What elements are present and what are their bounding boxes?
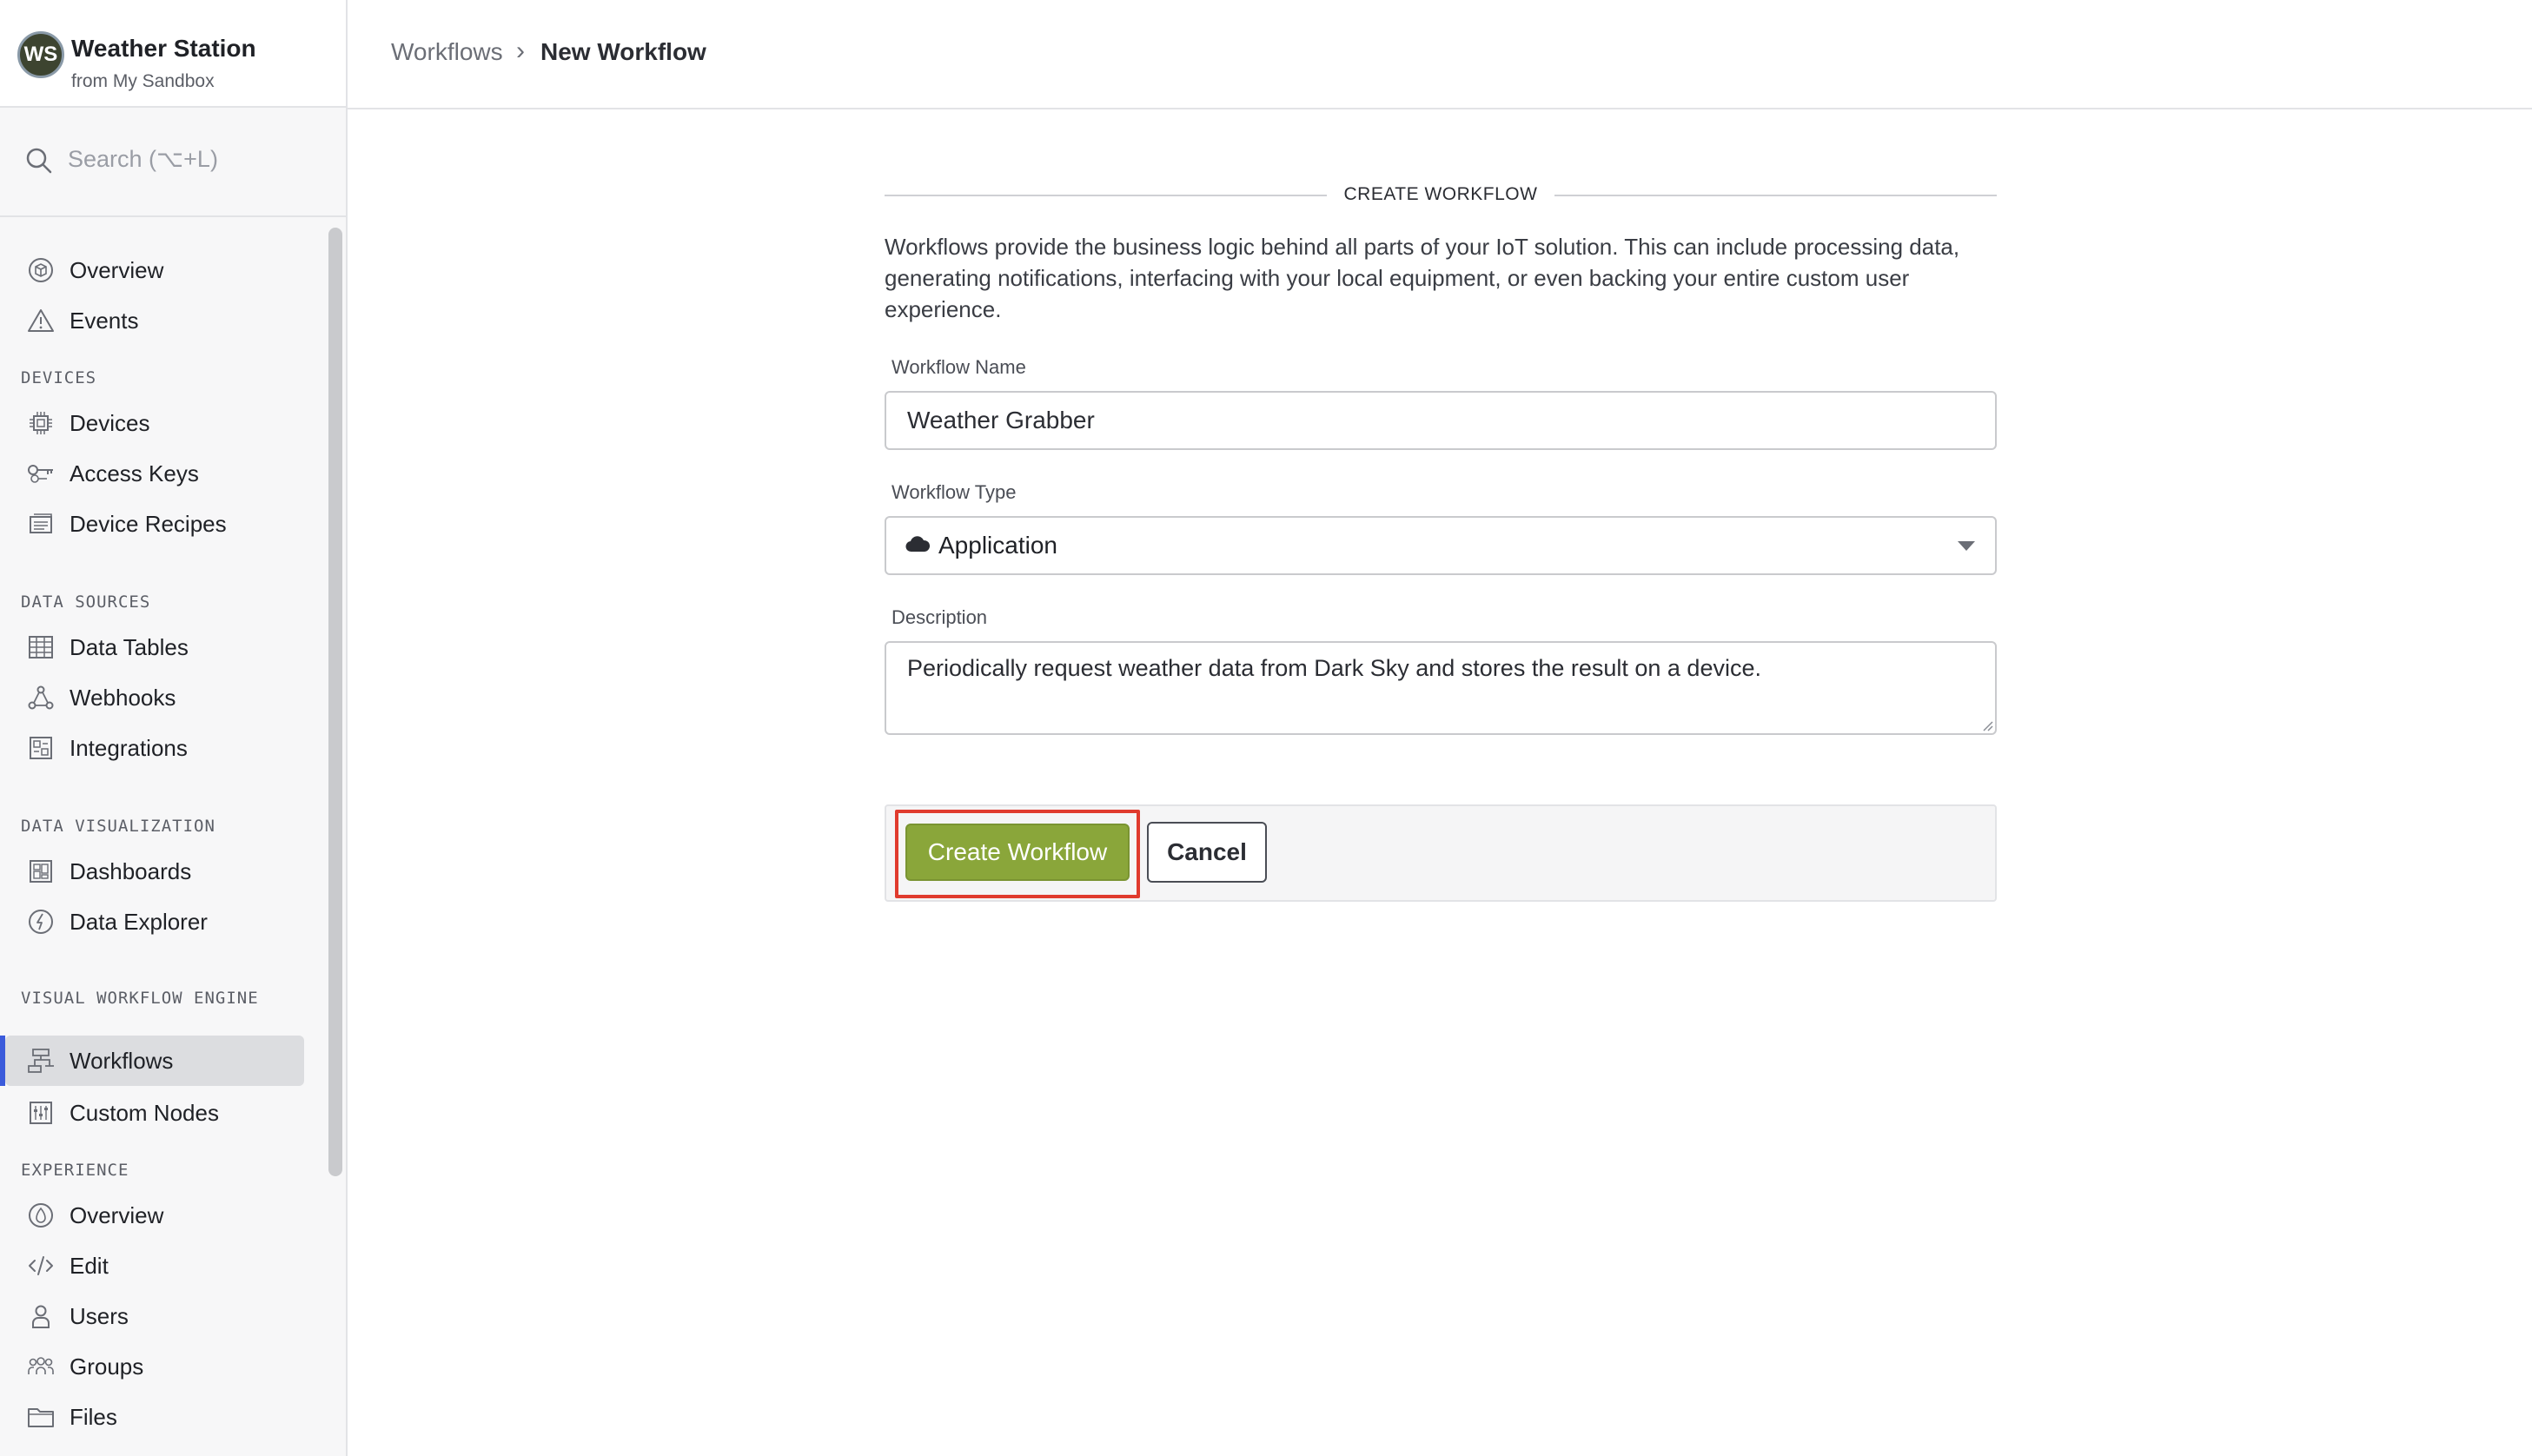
sidebar-item-label: Data Explorer <box>70 908 208 935</box>
workflow-name-label: Workflow Name <box>892 356 1026 378</box>
chip-icon <box>26 408 56 438</box>
sidebar-item-custom-nodes[interactable]: Custom Nodes <box>5 1088 304 1138</box>
form-title-text: CREATE WORKFLOW <box>1326 184 1555 204</box>
sidebar-item-files[interactable]: Files <box>5 1392 304 1442</box>
create-workflow-button[interactable]: Create Workflow <box>905 824 1130 881</box>
sidebar-item-device-recipes[interactable]: Device Recipes <box>5 499 304 549</box>
sidebar-item-access-keys[interactable]: Access Keys <box>5 448 304 499</box>
explorer-icon <box>26 907 56 936</box>
workflow-icon <box>26 1046 56 1075</box>
sidebar-item-devices[interactable]: Devices <box>5 398 304 448</box>
breadcrumb-current: New Workflow <box>540 38 706 65</box>
search-input[interactable]: Search (⌥+L) <box>68 146 218 173</box>
sidebar-item-label: Overview <box>70 1201 164 1228</box>
form-title-row: CREATE WORKFLOW <box>885 174 1997 217</box>
sidebar-item-label: Groups <box>70 1353 144 1380</box>
section-label-data-visualization: DATA VISUALIZATION <box>21 817 215 836</box>
sidebar-item-label: Devices <box>70 409 150 436</box>
code-icon <box>26 1251 56 1281</box>
form-action-bar: Create Workflow Cancel <box>885 804 1997 902</box>
sidebar-item-label: Dashboards <box>70 857 192 884</box>
section-label-devices: DEVICES <box>21 368 97 387</box>
sidebar-item-label: Users <box>70 1302 129 1329</box>
sidebar-item-label: Device Recipes <box>70 510 227 537</box>
recipe-icon <box>26 509 56 539</box>
cloud-icon <box>905 535 931 557</box>
sidebar-item-users[interactable]: Users <box>5 1291 304 1341</box>
app-subtitle: from My Sandbox <box>71 71 215 91</box>
folder-icon <box>26 1402 56 1432</box>
description-textarea[interactable]: Periodically request weather data from D… <box>885 641 1997 735</box>
sidebar-item-label: Webhooks <box>70 684 176 711</box>
sidebar-item-overview[interactable]: Overview <box>5 245 304 295</box>
dashboard-icon <box>26 857 56 886</box>
chevron-down-icon <box>1957 540 1976 557</box>
experience-overview-icon <box>26 1201 56 1230</box>
sidebar-item-label: Edit <box>70 1252 109 1279</box>
sidebar-item-label: Files <box>70 1403 117 1430</box>
sidebar-item-groups[interactable]: Groups <box>5 1341 304 1392</box>
sidebar-item-integrations[interactable]: Integrations <box>5 723 304 773</box>
sidebar: WS Weather Station from My Sandbox Searc… <box>0 0 348 1456</box>
app-avatar: WS <box>17 31 64 78</box>
sidebar-item-dashboards[interactable]: Dashboards <box>5 846 304 897</box>
sidebar-item-label: Overview <box>70 256 164 283</box>
cube-icon <box>26 255 56 285</box>
groups-icon <box>26 1352 56 1381</box>
sidebar-scrollbar-thumb[interactable] <box>328 228 342 1176</box>
integrations-icon <box>26 733 56 763</box>
form-title: CREATE WORKFLOW <box>885 184 1997 205</box>
section-label-visual-workflow-engine: VISUAL WORKFLOW ENGINE <box>21 989 259 1008</box>
sidebar-item-label: Access Keys <box>70 460 199 486</box>
workflow-type-select[interactable]: Application <box>885 516 1997 575</box>
custom-nodes-icon <box>26 1098 56 1128</box>
app-header[interactable]: WS Weather Station from My Sandbox <box>0 0 346 108</box>
workflow-type-value: Application <box>938 532 1057 559</box>
form-description: Workflows provide the business logic beh… <box>885 234 1960 322</box>
sidebar-item-label: Custom Nodes <box>70 1099 219 1126</box>
section-label-experience: EXPERIENCE <box>21 1161 129 1180</box>
sidebar-item-experience-overview[interactable]: Overview <box>5 1190 304 1241</box>
search-icon <box>24 146 54 180</box>
app-root: WS Weather Station from My Sandbox Searc… <box>0 0 2532 1456</box>
sidebar-item-events[interactable]: Events <box>5 295 304 346</box>
sidebar-item-label: Workflows <box>70 1047 174 1074</box>
breadcrumb-separator: › <box>516 36 525 65</box>
workflow-type-label: Workflow Type <box>892 481 1017 503</box>
sidebar-item-label: Events <box>70 307 139 334</box>
sidebar-item-label: Data Tables <box>70 633 189 660</box>
section-label-data-sources: DATA SOURCES <box>21 592 151 612</box>
app-name: Weather Station <box>71 35 256 62</box>
webhook-icon <box>26 683 56 712</box>
sidebar-item-edit[interactable]: Edit <box>5 1241 304 1291</box>
top-bar: Workflows › New Workflow <box>348 0 2532 109</box>
sidebar-item-data-tables[interactable]: Data Tables <box>5 622 304 672</box>
description-label: Description <box>892 606 988 628</box>
create-workflow-form: CREATE WORKFLOW Workflows provide the bu… <box>885 174 1997 902</box>
cancel-button[interactable]: Cancel <box>1147 822 1267 883</box>
sidebar-item-data-explorer[interactable]: Data Explorer <box>5 897 304 947</box>
breadcrumb-workflows-link[interactable]: Workflows <box>391 38 503 66</box>
sidebar-item-webhooks[interactable]: Webhooks <box>5 672 304 723</box>
warning-icon <box>26 306 56 335</box>
sidebar-nav: Overview Events DEVICES Devices Access K… <box>0 219 323 1456</box>
table-icon <box>26 632 56 662</box>
user-icon <box>26 1301 56 1331</box>
sidebar-item-label: Integrations <box>70 734 188 761</box>
sidebar-item-workflows[interactable]: Workflows <box>0 1036 304 1086</box>
key-icon <box>26 459 56 488</box>
workflow-name-input[interactable] <box>885 391 1997 450</box>
